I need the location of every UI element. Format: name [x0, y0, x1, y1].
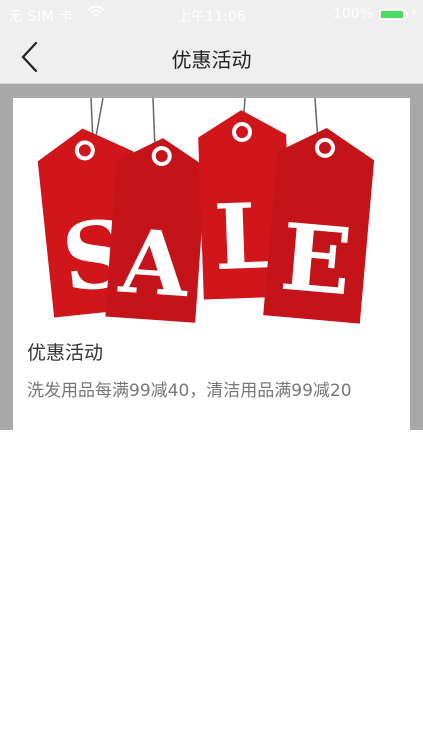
status-bar: 无 SIM 卡 上午11:06 100% ⚡: [0, 0, 423, 30]
banner-letter-e: E: [277, 203, 356, 317]
promo-card[interactable]: S A L E 优惠活动 洗发用品每满99减40，清洁用品满99减20: [13, 98, 410, 430]
battery-percentage: 100%: [332, 6, 373, 22]
sale-banner-image: S A L E: [37, 98, 375, 324]
promo-description: 洗发用品每满99减40，清洁用品满99减20: [27, 381, 352, 401]
promo-title: 优惠活动: [27, 342, 104, 364]
battery-icon: [379, 9, 405, 20]
battery-tip: [406, 12, 408, 17]
charging-icon: ⚡: [409, 6, 418, 20]
page-title: 优惠活动: [171, 48, 252, 72]
banner-letter-a: A: [116, 208, 194, 317]
navigation-bar: 优惠活动: [0, 30, 423, 84]
